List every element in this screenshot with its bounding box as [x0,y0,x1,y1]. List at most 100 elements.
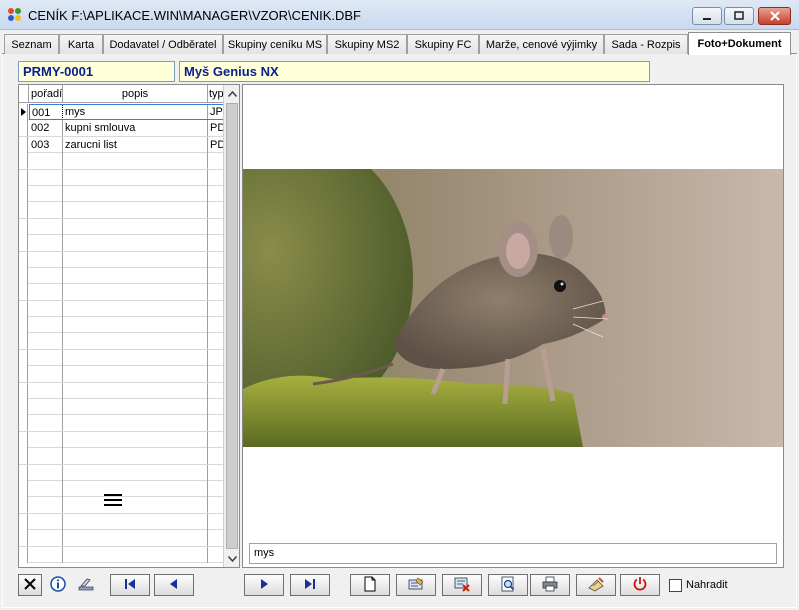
empty-row [19,349,225,367]
empty-cell [29,399,63,416]
tab-foto-dokument[interactable]: Foto+Dokument [688,32,791,55]
scrollbar-thumb[interactable] [226,103,238,549]
tab-sada-rozpis[interactable]: Sada - Rozpis [604,34,688,54]
edit-button[interactable] [396,574,436,596]
pencil-sheet-button[interactable] [576,574,616,596]
first-record-button[interactable] [110,574,150,596]
row-indicator [19,415,28,432]
tab-karta[interactable]: Karta [59,34,103,54]
empty-cell [63,546,208,563]
empty-row [19,153,225,170]
table-row[interactable]: 003 zarucni list PDF [19,136,225,154]
empty-cell [63,267,208,284]
empty-cell [63,530,208,547]
empty-cell [63,235,208,252]
row-indicator [19,202,28,219]
scanner-button[interactable] [74,574,98,596]
empty-row [19,415,225,432]
first-record-icon [123,577,137,594]
restore-icon [725,8,753,24]
info-button[interactable] [46,574,70,596]
close-window-button[interactable] [758,7,791,25]
print-button[interactable] [530,574,570,596]
cell-poradi[interactable]: 001 [29,104,63,120]
empty-cell [63,513,208,530]
cell-popis[interactable]: kupni smlouva [63,120,208,137]
empty-row [19,284,225,301]
row-indicator [19,382,28,399]
table-row[interactable]: 002 kupni smlouva PDF [19,120,225,137]
hamburger-menu-icon[interactable] [104,494,122,508]
empty-row [19,513,225,531]
preview-button[interactable] [488,574,528,596]
product-code-field[interactable]: PRMY-0001 [18,61,175,82]
image-caption-field[interactable]: mys [249,543,777,564]
empty-row [19,366,225,383]
row-indicator [19,300,28,317]
tab-skupiny-ms2[interactable]: Skupiny MS2 [327,34,407,54]
cell-poradi[interactable]: 002 [29,120,63,137]
cell-popis[interactable]: mys [63,104,208,120]
empty-cell [29,251,63,268]
empty-cell [29,284,63,301]
previous-icon [167,577,181,594]
grid-vertical-scrollbar[interactable] [223,85,239,567]
empty-row [19,267,225,285]
row-indicator [19,284,28,301]
row-indicator [19,480,28,497]
empty-row [19,546,225,563]
tab-skupiny-fc[interactable]: Skupiny FC [407,34,479,54]
row-indicator [19,546,28,563]
column-header-poradi[interactable]: pořadí [29,85,63,103]
table-row[interactable]: 001 mys JPG [19,104,225,121]
info-icon [50,575,66,595]
empty-cell [63,284,208,301]
grid-indicator-header [19,85,29,103]
empty-cell [29,169,63,186]
empty-row [19,251,225,268]
empty-row [19,333,225,350]
maximize-button[interactable] [724,7,754,25]
empty-row [19,218,225,236]
empty-cell [29,513,63,530]
cell-poradi[interactable]: 003 [29,136,63,153]
row-indicator [19,349,28,366]
previous-record-button[interactable] [154,574,194,596]
cell-popis[interactable]: zarucni list [63,136,208,153]
replace-checkbox[interactable] [669,579,682,592]
row-indicator [19,235,28,252]
tab-seznam[interactable]: Seznam [4,34,59,54]
empty-row [19,480,225,498]
documents-grid[interactable]: pořadí popis typ 001 mys JPG 002 kupni s… [18,84,240,568]
current-row-indicator-icon [19,104,28,120]
empty-row [19,464,225,481]
empty-cell [29,153,63,170]
next-record-button[interactable] [244,574,284,596]
scroll-down-icon[interactable] [224,551,239,567]
new-document-button[interactable] [350,574,390,596]
exit-button[interactable] [620,574,660,596]
empty-cell [29,382,63,399]
empty-cell [63,464,208,481]
empty-cell [63,218,208,235]
empty-row [19,399,225,416]
delete-document-button[interactable] [442,574,482,596]
column-header-popis[interactable]: popis [63,85,208,103]
empty-cell [63,399,208,416]
product-name-field[interactable]: Myš Genius NX [179,61,650,82]
tab-dodavatel[interactable]: Dodavatel / Odběratel [103,34,223,54]
last-record-button[interactable] [290,574,330,596]
tab-skupiny-ceniku-ms[interactable]: Skupiny ceníku MS [223,34,327,54]
empty-cell [63,185,208,202]
product-photo [243,169,783,447]
scanner-icon [77,577,95,594]
row-indicator [19,267,28,284]
minimize-button[interactable] [692,7,722,25]
tab-marze[interactable]: Marže, cenové výjimky [479,34,604,54]
row-indicator [19,399,28,416]
delete-record-button[interactable] [18,574,42,596]
empty-row [19,185,225,203]
empty-cell [29,218,63,235]
empty-cell [63,431,208,448]
scroll-up-icon[interactable] [224,86,239,102]
